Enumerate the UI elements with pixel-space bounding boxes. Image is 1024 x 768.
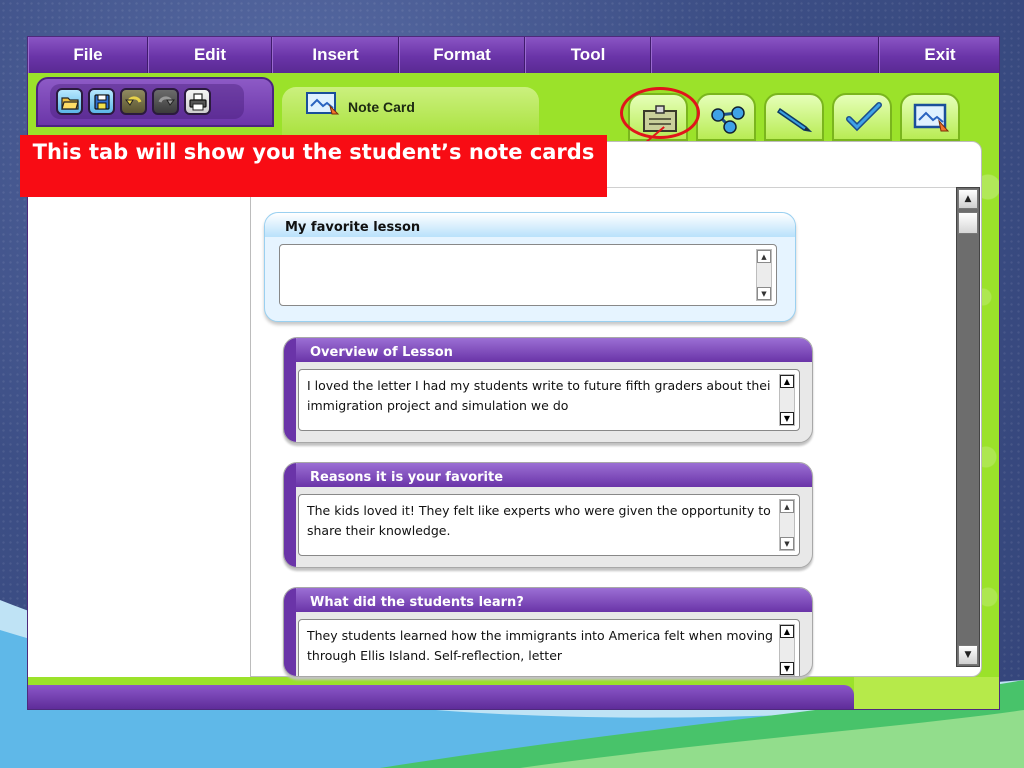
overview-title: Overview of Lesson — [310, 345, 453, 360]
menu-spacer — [651, 37, 879, 73]
content-scrollbar[interactable]: ▲ ▼ — [956, 187, 980, 667]
overview-card: Overview of Lesson I loved the letter I … — [283, 337, 813, 443]
reasons-field[interactable]: The kids loved it! They felt like expert… — [298, 494, 800, 556]
open-button[interactable] — [56, 88, 83, 115]
field-scroll-up[interactable]: ▲ — [780, 500, 794, 513]
pencil-icon — [776, 107, 813, 133]
tab-check[interactable] — [832, 93, 892, 141]
learn-field[interactable]: They students learned how the immigrants… — [298, 619, 800, 676]
menu-tool[interactable]: Tool — [525, 37, 651, 73]
quick-toolbar — [36, 77, 274, 127]
save-button[interactable] — [88, 88, 115, 115]
scroll-down-button[interactable]: ▼ — [958, 645, 978, 665]
learn-text: They students learned how the immigrants… — [307, 628, 773, 663]
bottom-right-panel — [854, 677, 999, 709]
scroll-thumb[interactable] — [958, 212, 978, 234]
menu-file[interactable]: File — [28, 37, 148, 73]
learn-scrollbar[interactable]: ▲ ▼ — [779, 624, 795, 676]
reasons-title: Reasons it is your favorite — [310, 470, 504, 485]
menu-exit[interactable]: Exit — [879, 37, 999, 73]
field-scroll-down[interactable]: ▼ — [780, 537, 794, 550]
graphic-organizer-icon — [711, 106, 745, 134]
scroll-up-button[interactable]: ▲ — [958, 189, 978, 209]
redo-button[interactable] — [152, 88, 179, 115]
open-folder-icon — [61, 97, 79, 110]
overview-scrollbar[interactable]: ▲ ▼ — [779, 374, 795, 426]
left-panel — [28, 141, 250, 677]
tab-presentation[interactable] — [900, 93, 960, 141]
print-icon — [189, 93, 207, 111]
tab-note-card-label: Note Card — [348, 99, 415, 115]
redo-icon — [158, 96, 175, 106]
field-scroll-up[interactable]: ▲ — [757, 250, 771, 263]
reasons-card: Reasons it is your favorite The kids lov… — [283, 462, 813, 568]
print-button[interactable] — [184, 88, 211, 115]
annotation-callout: This tab will show you the student’s not… — [20, 135, 607, 197]
overview-text: I loved the letter I had my students wri… — [307, 378, 771, 413]
field-scroll-down[interactable]: ▼ — [757, 287, 771, 300]
favorite-lesson-card: My favorite lesson ▲ ▼ — [264, 212, 796, 322]
favorite-lesson-scrollbar[interactable]: ▲ ▼ — [756, 249, 772, 301]
overview-field[interactable]: I loved the letter I had my students wri… — [298, 369, 800, 431]
note-card-tab-icon — [306, 92, 340, 115]
favorite-lesson-field[interactable]: ▲ ▼ — [279, 244, 777, 306]
reasons-text: The kids loved it! They felt like expert… — [307, 503, 771, 538]
field-scroll-down[interactable]: ▼ — [780, 412, 794, 425]
field-scroll-up[interactable]: ▲ — [780, 375, 794, 388]
favorite-lesson-title: My favorite lesson — [285, 220, 421, 235]
tab-graphic-organizer[interactable] — [696, 93, 756, 141]
checkmark-icon — [846, 102, 882, 132]
learn-card: What did the students learn? They studen… — [283, 587, 813, 677]
undo-icon — [125, 96, 142, 106]
save-disk-icon — [94, 94, 110, 110]
undo-button[interactable] — [120, 88, 147, 115]
status-bar — [28, 685, 854, 709]
field-scroll-down[interactable]: ▼ — [780, 662, 794, 675]
tab-note-card[interactable]: Note Card — [282, 87, 539, 137]
presentation-icon — [913, 103, 950, 132]
menu-format[interactable]: Format — [399, 37, 525, 73]
field-scroll-up[interactable]: ▲ — [780, 625, 794, 638]
menu-insert[interactable]: Insert — [272, 37, 399, 73]
reasons-scrollbar[interactable]: ▲ ▼ — [779, 499, 795, 551]
menu-bar: File Edit Insert Format Tool Exit — [28, 37, 999, 73]
menu-edit[interactable]: Edit — [148, 37, 272, 73]
tab-writing[interactable] — [764, 93, 824, 141]
learn-title: What did the students learn? — [310, 595, 524, 610]
